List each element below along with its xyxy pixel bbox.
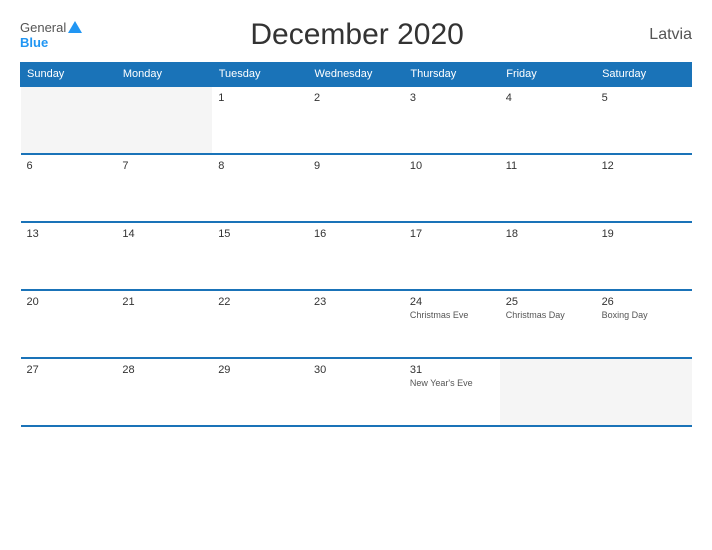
day-cell: 8 bbox=[212, 154, 308, 222]
day-cell: 5 bbox=[596, 86, 692, 154]
logo-bottom: Blue bbox=[20, 35, 48, 50]
day-number: 28 bbox=[122, 364, 206, 376]
col-saturday: Saturday bbox=[596, 63, 692, 87]
day-number: 8 bbox=[218, 160, 302, 172]
day-number: 31 bbox=[410, 364, 494, 376]
calendar-body: 123456789101112131415161718192021222324C… bbox=[21, 86, 692, 426]
day-cell: 18 bbox=[500, 222, 596, 290]
calendar-table: Sunday Monday Tuesday Wednesday Thursday… bbox=[20, 62, 692, 427]
day-number: 15 bbox=[218, 228, 302, 240]
day-number: 7 bbox=[122, 160, 206, 172]
day-cell: 28 bbox=[116, 358, 212, 426]
calendar-header: Sunday Monday Tuesday Wednesday Thursday… bbox=[21, 63, 692, 87]
day-cell: 10 bbox=[404, 154, 500, 222]
day-cell bbox=[21, 86, 117, 154]
day-number: 10 bbox=[410, 160, 494, 172]
calendar-title: December 2020 bbox=[82, 18, 632, 52]
day-cell: 20 bbox=[21, 290, 117, 358]
day-cell: 29 bbox=[212, 358, 308, 426]
day-cell: 16 bbox=[308, 222, 404, 290]
day-cell: 1 bbox=[212, 86, 308, 154]
day-cell: 14 bbox=[116, 222, 212, 290]
week-row-3: 13 14 15 16 17 18 19 bbox=[21, 222, 692, 290]
logo-general-text: General bbox=[20, 20, 66, 35]
day-number: 27 bbox=[27, 364, 111, 376]
day-number: 1 bbox=[218, 92, 302, 104]
day-cell: 7 bbox=[116, 154, 212, 222]
day-cell bbox=[116, 86, 212, 154]
day-number: 26 bbox=[602, 296, 686, 308]
day-number: 23 bbox=[314, 296, 398, 308]
day-cell: 31 New Year's Eve bbox=[404, 358, 500, 426]
day-number: 29 bbox=[218, 364, 302, 376]
day-cell: 17 bbox=[404, 222, 500, 290]
day-cell: 26 Boxing Day bbox=[596, 290, 692, 358]
day-number: 19 bbox=[602, 228, 686, 240]
day-number: 25 bbox=[506, 296, 590, 308]
day-cell: 6 bbox=[21, 154, 117, 222]
day-cell: 11 bbox=[500, 154, 596, 222]
day-number: 30 bbox=[314, 364, 398, 376]
day-number: 16 bbox=[314, 228, 398, 240]
col-thursday: Thursday bbox=[404, 63, 500, 87]
day-cell: 13 bbox=[21, 222, 117, 290]
week-row-2: 6789 10 11 12 bbox=[21, 154, 692, 222]
day-number: 17 bbox=[410, 228, 494, 240]
week-row-1: 12345 bbox=[21, 86, 692, 154]
logo-triangle-icon bbox=[68, 21, 82, 33]
day-cell bbox=[500, 358, 596, 426]
country-label: Latvia bbox=[632, 26, 692, 44]
day-cell: 3 bbox=[404, 86, 500, 154]
day-number: 21 bbox=[122, 296, 206, 308]
col-wednesday: Wednesday bbox=[308, 63, 404, 87]
days-of-week-row: Sunday Monday Tuesday Wednesday Thursday… bbox=[21, 63, 692, 87]
col-tuesday: Tuesday bbox=[212, 63, 308, 87]
holiday-label: New Year's Eve bbox=[410, 378, 494, 389]
day-cell: 2 bbox=[308, 86, 404, 154]
holiday-label: Christmas Eve bbox=[410, 310, 494, 321]
week-row-4: 20 21 22 23 24 Christmas Eve 25 Christmas Day 26… bbox=[21, 290, 692, 358]
day-number: 4 bbox=[506, 92, 590, 104]
day-cell: 22 bbox=[212, 290, 308, 358]
day-number: 24 bbox=[410, 296, 494, 308]
day-cell: 24 Christmas Eve bbox=[404, 290, 500, 358]
day-number: 18 bbox=[506, 228, 590, 240]
day-cell: 9 bbox=[308, 154, 404, 222]
logo-top: General bbox=[20, 20, 82, 35]
day-cell: 25 Christmas Day bbox=[500, 290, 596, 358]
day-number: 2 bbox=[314, 92, 398, 104]
day-number: 14 bbox=[122, 228, 206, 240]
day-cell bbox=[596, 358, 692, 426]
col-monday: Monday bbox=[116, 63, 212, 87]
day-number: 9 bbox=[314, 160, 398, 172]
holiday-label: Boxing Day bbox=[602, 310, 686, 321]
header: General Blue December 2020 Latvia bbox=[20, 18, 692, 52]
day-cell: 30 bbox=[308, 358, 404, 426]
day-number: 3 bbox=[410, 92, 494, 104]
day-cell: 12 bbox=[596, 154, 692, 222]
logo: General Blue bbox=[20, 20, 82, 50]
day-cell: 27 bbox=[21, 358, 117, 426]
day-number: 22 bbox=[218, 296, 302, 308]
calendar-page: General Blue December 2020 Latvia Sunday… bbox=[0, 0, 712, 550]
day-cell: 19 bbox=[596, 222, 692, 290]
day-number: 11 bbox=[506, 160, 590, 172]
day-cell: 21 bbox=[116, 290, 212, 358]
day-cell: 23 bbox=[308, 290, 404, 358]
day-number: 5 bbox=[602, 92, 686, 104]
day-number: 6 bbox=[27, 160, 111, 172]
logo-blue-text: Blue bbox=[20, 35, 48, 50]
col-sunday: Sunday bbox=[21, 63, 117, 87]
day-number: 12 bbox=[602, 160, 686, 172]
holiday-label: Christmas Day bbox=[506, 310, 590, 321]
day-cell: 4 bbox=[500, 86, 596, 154]
week-row-5: 27 28 29 30 31 New Year's Eve bbox=[21, 358, 692, 426]
day-number: 20 bbox=[27, 296, 111, 308]
day-cell: 15 bbox=[212, 222, 308, 290]
col-friday: Friday bbox=[500, 63, 596, 87]
day-number: 13 bbox=[27, 228, 111, 240]
